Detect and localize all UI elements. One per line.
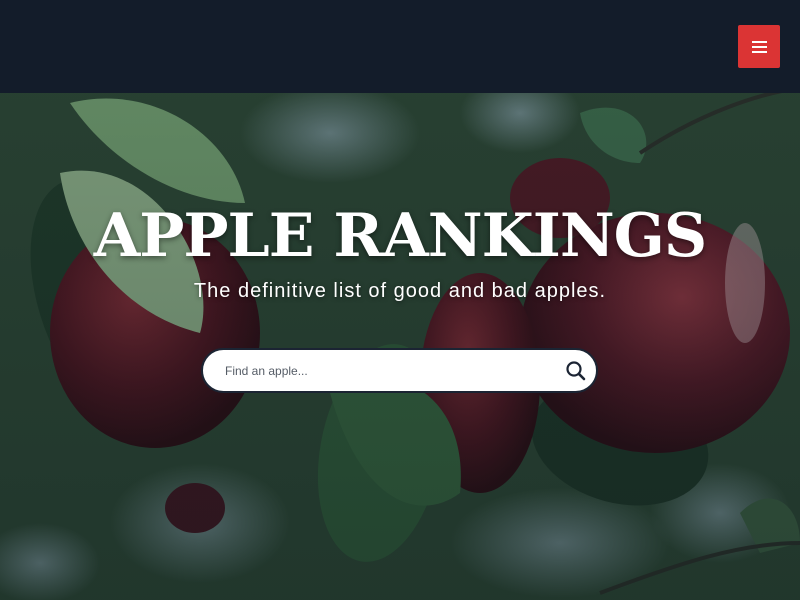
apples-on-tree-photo (0, 93, 800, 600)
page: APPLE RANKINGS The definitive list of go… (0, 0, 800, 600)
search-input[interactable] (225, 350, 545, 391)
page-title: APPLE RANKINGS (93, 201, 707, 271)
hero-section: APPLE RANKINGS The definitive list of go… (0, 93, 800, 600)
tagline: The definitive list of good and bad appl… (193, 280, 607, 302)
search-box (201, 348, 598, 393)
search-icon[interactable] (565, 360, 587, 382)
menu-button[interactable] (738, 25, 780, 68)
top-navigation-bar (0, 0, 800, 93)
